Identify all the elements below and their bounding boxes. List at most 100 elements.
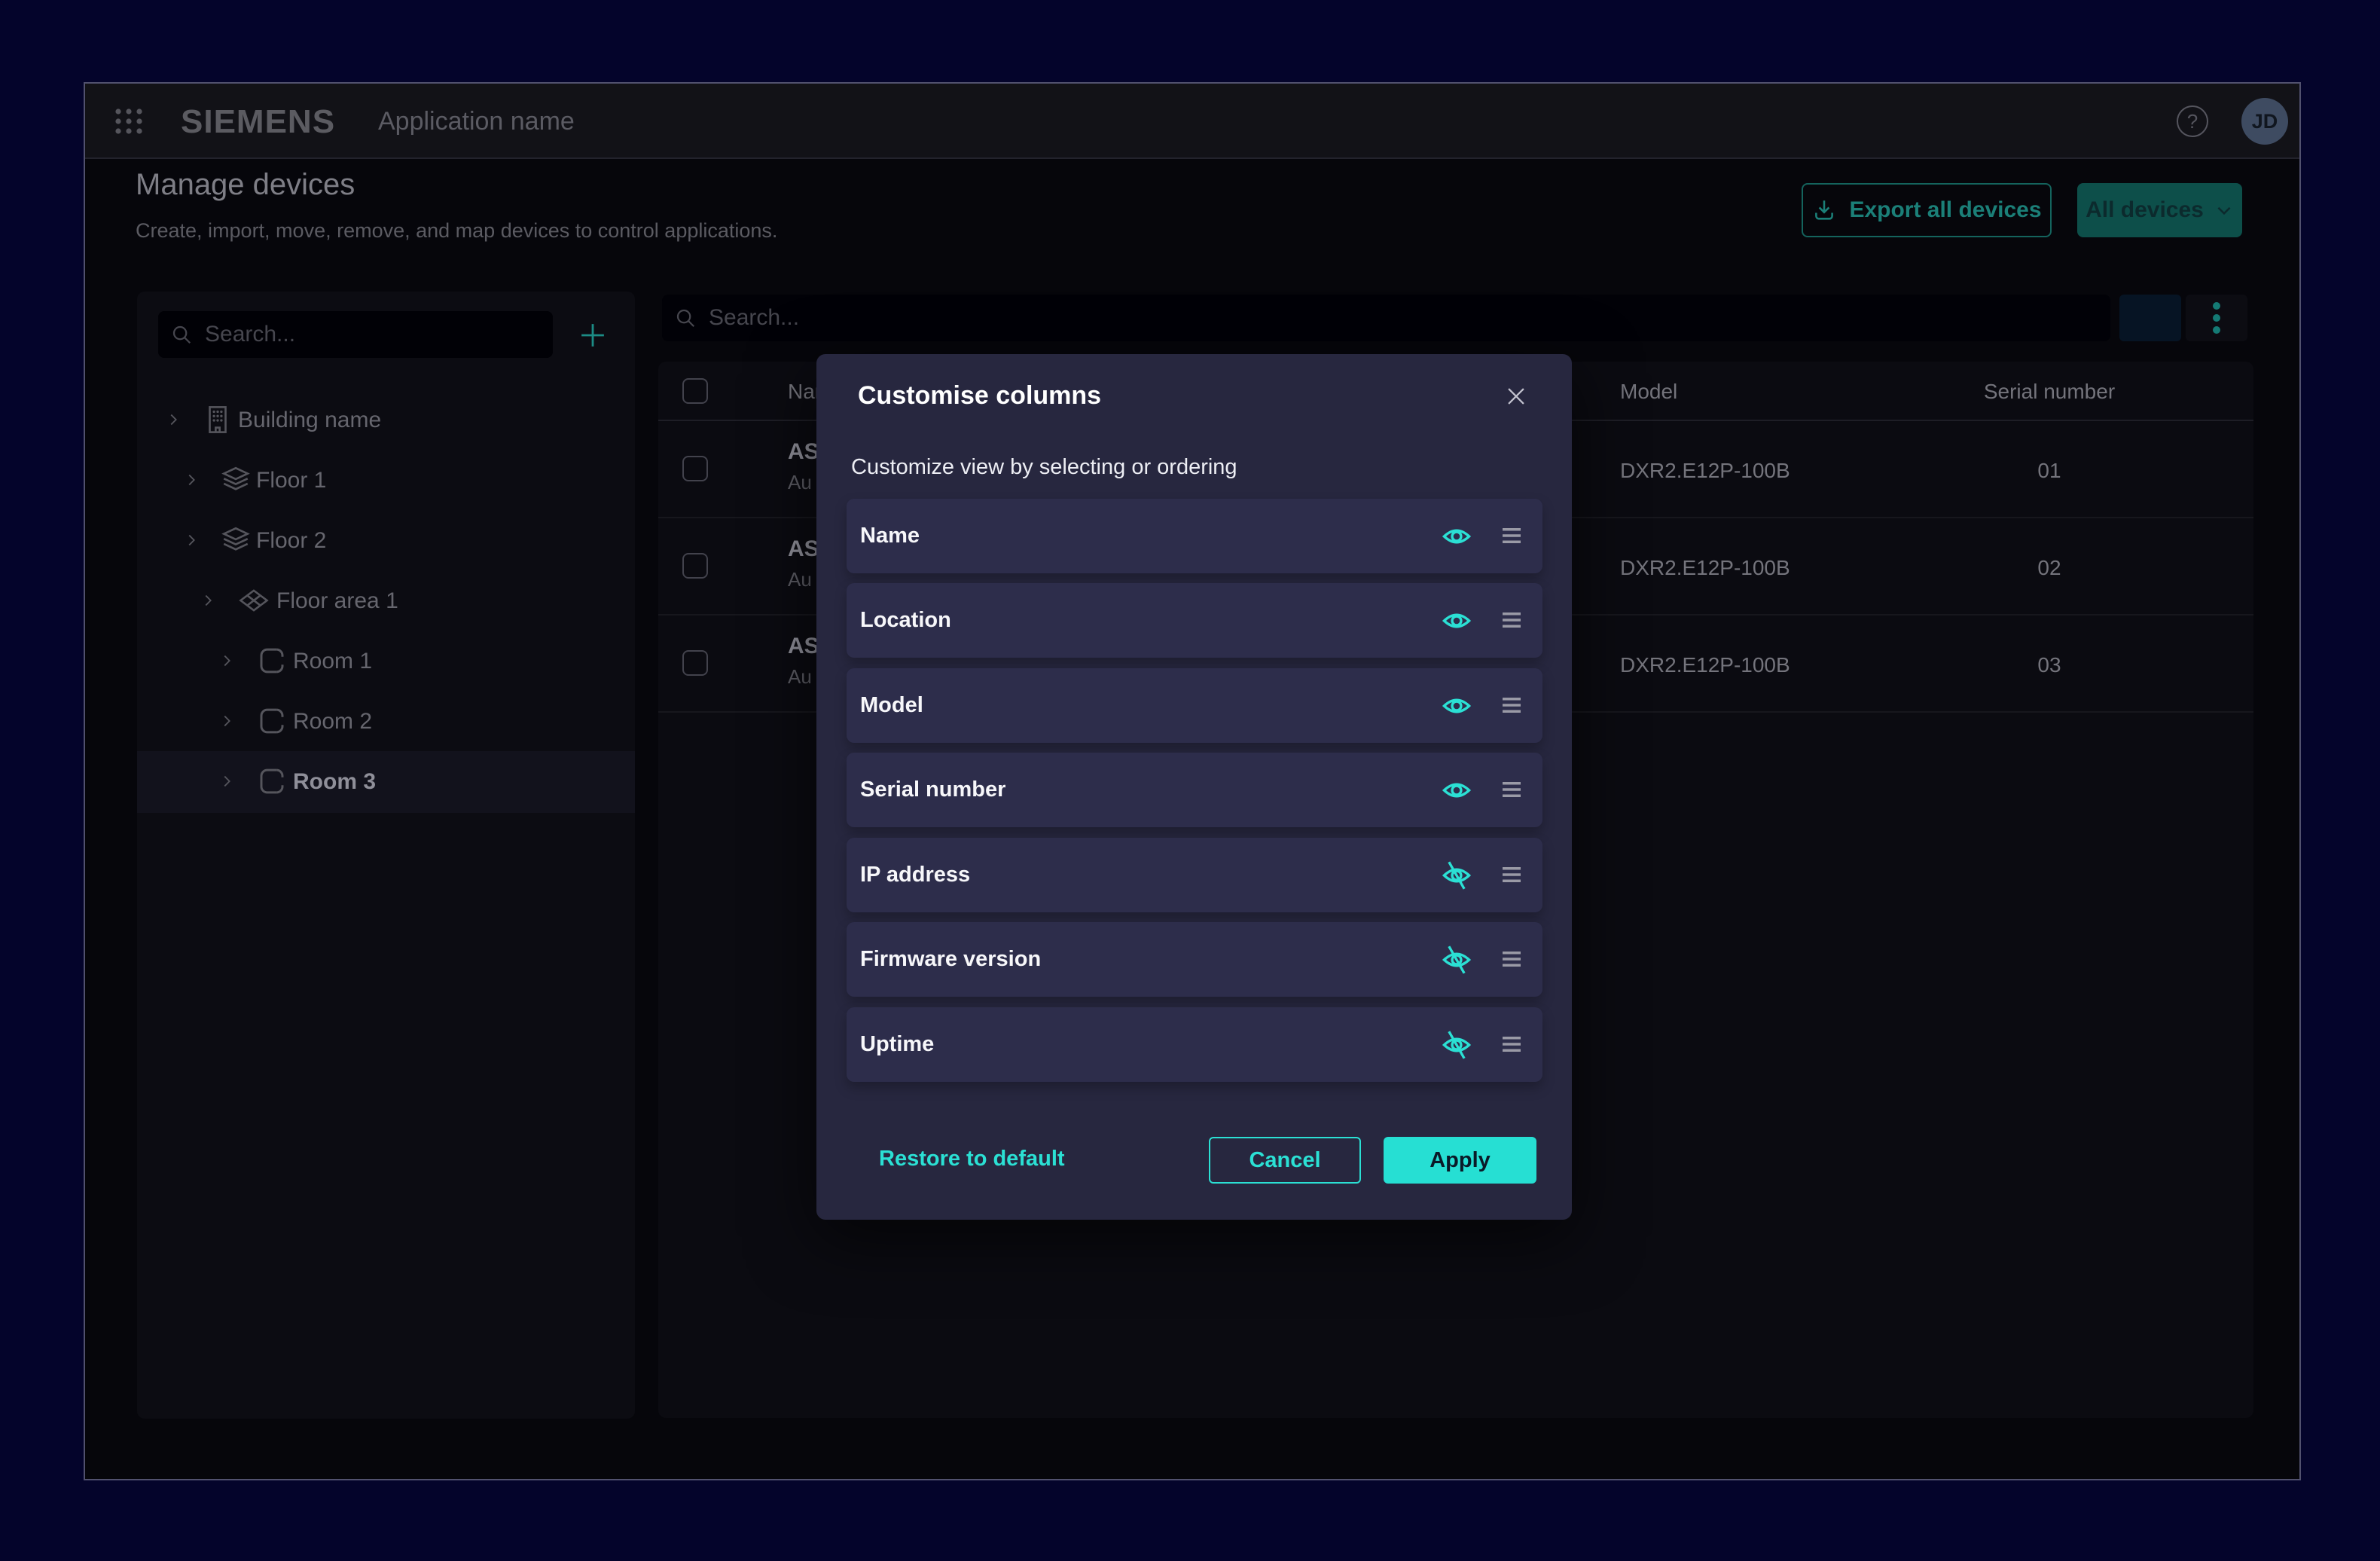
column-card-label: Model	[860, 668, 923, 743]
room-icon	[256, 765, 288, 797]
modal-subtitle: Customize view by selecting or ordering	[851, 455, 1237, 480]
eye-off-icon[interactable]	[1441, 944, 1472, 976]
chevron-right-icon[interactable]	[165, 411, 182, 428]
column-header-model[interactable]: Model	[1620, 380, 1677, 404]
page-title: Manage devices	[136, 168, 355, 202]
drag-handle-icon[interactable]	[1498, 1031, 1525, 1058]
tree-item-label: Room 2	[293, 709, 372, 735]
device-serial: 03	[1936, 653, 2162, 677]
close-icon[interactable]	[1503, 383, 1529, 409]
building-icon	[202, 404, 233, 435]
device-model: DXR2.E12P-100B	[1620, 459, 1790, 483]
tree-item-room-2[interactable]: Room 2	[137, 691, 635, 751]
tree-item-label: Floor 1	[256, 468, 326, 493]
eye-icon[interactable]	[1441, 605, 1472, 637]
app-launcher-icon[interactable]	[111, 103, 147, 139]
chevron-right-icon[interactable]	[218, 713, 235, 729]
export-label: Export all devices	[1849, 197, 2041, 223]
column-header-serial[interactable]: Serial number	[1936, 380, 2162, 404]
tree-item-floor-2[interactable]: Floor 2	[137, 510, 635, 570]
device-model: DXR2.E12P-100B	[1620, 556, 1790, 580]
customise-columns-button[interactable]	[2119, 295, 2181, 341]
tree-item-room-3-selected[interactable]: Room 3	[137, 751, 635, 813]
tree-item-label: Room 3	[293, 769, 376, 795]
drag-handle-icon[interactable]	[1498, 861, 1525, 888]
search-icon	[674, 307, 697, 329]
column-card-uptime[interactable]: Uptime	[847, 1007, 1542, 1082]
column-card-firmware-version[interactable]: Firmware version	[847, 922, 1542, 997]
column-card-label: IP address	[860, 838, 970, 912]
chevron-right-icon[interactable]	[218, 652, 235, 669]
floor-icon	[220, 464, 252, 496]
drag-handle-icon[interactable]	[1498, 692, 1525, 719]
siemens-logo: SIEMENS	[181, 103, 335, 141]
all-devices-dropdown[interactable]: All devices	[2077, 183, 2242, 237]
chevron-right-icon[interactable]	[200, 592, 216, 609]
column-card-label: Name	[860, 499, 920, 573]
chevron-right-icon[interactable]	[218, 773, 235, 790]
tree-item-label: Building name	[238, 408, 381, 433]
column-card-name[interactable]: Name	[847, 499, 1542, 573]
customise-columns-modal: Customise columns Customize view by sele…	[816, 354, 1572, 1220]
device-name: AS	[788, 634, 819, 659]
download-icon	[1811, 197, 1837, 223]
tree-item-building[interactable]: Building name	[137, 389, 635, 450]
device-search-input[interactable]	[707, 304, 2098, 331]
drag-handle-icon[interactable]	[1498, 522, 1525, 549]
export-all-devices-button[interactable]: Export all devices	[1802, 183, 2052, 237]
room-icon	[256, 705, 288, 737]
eye-off-icon[interactable]	[1441, 860, 1472, 891]
eye-icon[interactable]	[1441, 774, 1472, 806]
device-location: Au	[788, 471, 812, 494]
device-serial: 02	[1936, 556, 2162, 580]
tree-item-label: Floor area 1	[276, 588, 398, 614]
location-tree-panel: Building name Floor 1 Floor 2	[137, 292, 635, 1419]
column-card-label: Firmware version	[860, 922, 1041, 997]
drag-handle-icon[interactable]	[1498, 776, 1525, 803]
row-checkbox[interactable]	[682, 553, 708, 579]
chevron-right-icon[interactable]	[183, 532, 200, 548]
eye-off-icon[interactable]	[1441, 1029, 1472, 1061]
application-name: Application name	[378, 107, 575, 136]
apply-button[interactable]: Apply	[1384, 1137, 1536, 1184]
eye-icon[interactable]	[1441, 690, 1472, 722]
chevron-down-icon	[2214, 200, 2234, 220]
drag-handle-icon[interactable]	[1498, 606, 1525, 634]
page-subtitle: Create, import, move, remove, and map de…	[136, 219, 777, 243]
device-search	[662, 295, 2110, 341]
floor-area-icon	[238, 585, 270, 616]
select-all-checkbox[interactable]	[682, 378, 708, 404]
eye-icon[interactable]	[1441, 521, 1472, 552]
top-bar: SIEMENS Application name ? JD	[85, 84, 2299, 159]
tree-item-room-1[interactable]: Room 1	[137, 631, 635, 691]
device-model: DXR2.E12P-100B	[1620, 653, 1790, 677]
scope-label: All devices	[2086, 197, 2204, 223]
help-icon[interactable]: ?	[2177, 105, 2208, 137]
column-card-location[interactable]: Location	[847, 583, 1542, 658]
restore-to-default-link[interactable]: Restore to default	[879, 1147, 1065, 1172]
device-name: AS	[788, 439, 819, 465]
tree-item-floor-1[interactable]: Floor 1	[137, 450, 635, 510]
cancel-button[interactable]: Cancel	[1209, 1137, 1361, 1184]
column-card-serial-number[interactable]: Serial number	[847, 753, 1542, 827]
room-icon	[256, 645, 288, 677]
avatar[interactable]: JD	[2241, 98, 2288, 145]
row-checkbox[interactable]	[682, 456, 708, 481]
device-location: Au	[788, 568, 812, 591]
drag-handle-icon[interactable]	[1498, 945, 1525, 973]
chevron-right-icon[interactable]	[183, 472, 200, 488]
device-name: AS	[788, 536, 819, 562]
kebab-menu-icon	[2211, 301, 2222, 335]
add-location-button[interactable]	[577, 319, 609, 351]
tree-item-floor-area-1[interactable]: Floor area 1	[137, 570, 635, 631]
column-card-ip-address[interactable]: IP address	[847, 838, 1542, 912]
column-card-model[interactable]: Model	[847, 668, 1542, 743]
tree-search-input[interactable]	[203, 321, 541, 348]
search-icon	[170, 323, 193, 346]
more-actions-button[interactable]	[2186, 295, 2247, 341]
tree-item-label: Room 1	[293, 649, 372, 674]
app-window: SIEMENS Application name ? JD Manage dev…	[84, 82, 2301, 1480]
column-card-label: Location	[860, 583, 951, 658]
row-checkbox[interactable]	[682, 650, 708, 676]
modal-title: Customise columns	[858, 381, 1101, 411]
